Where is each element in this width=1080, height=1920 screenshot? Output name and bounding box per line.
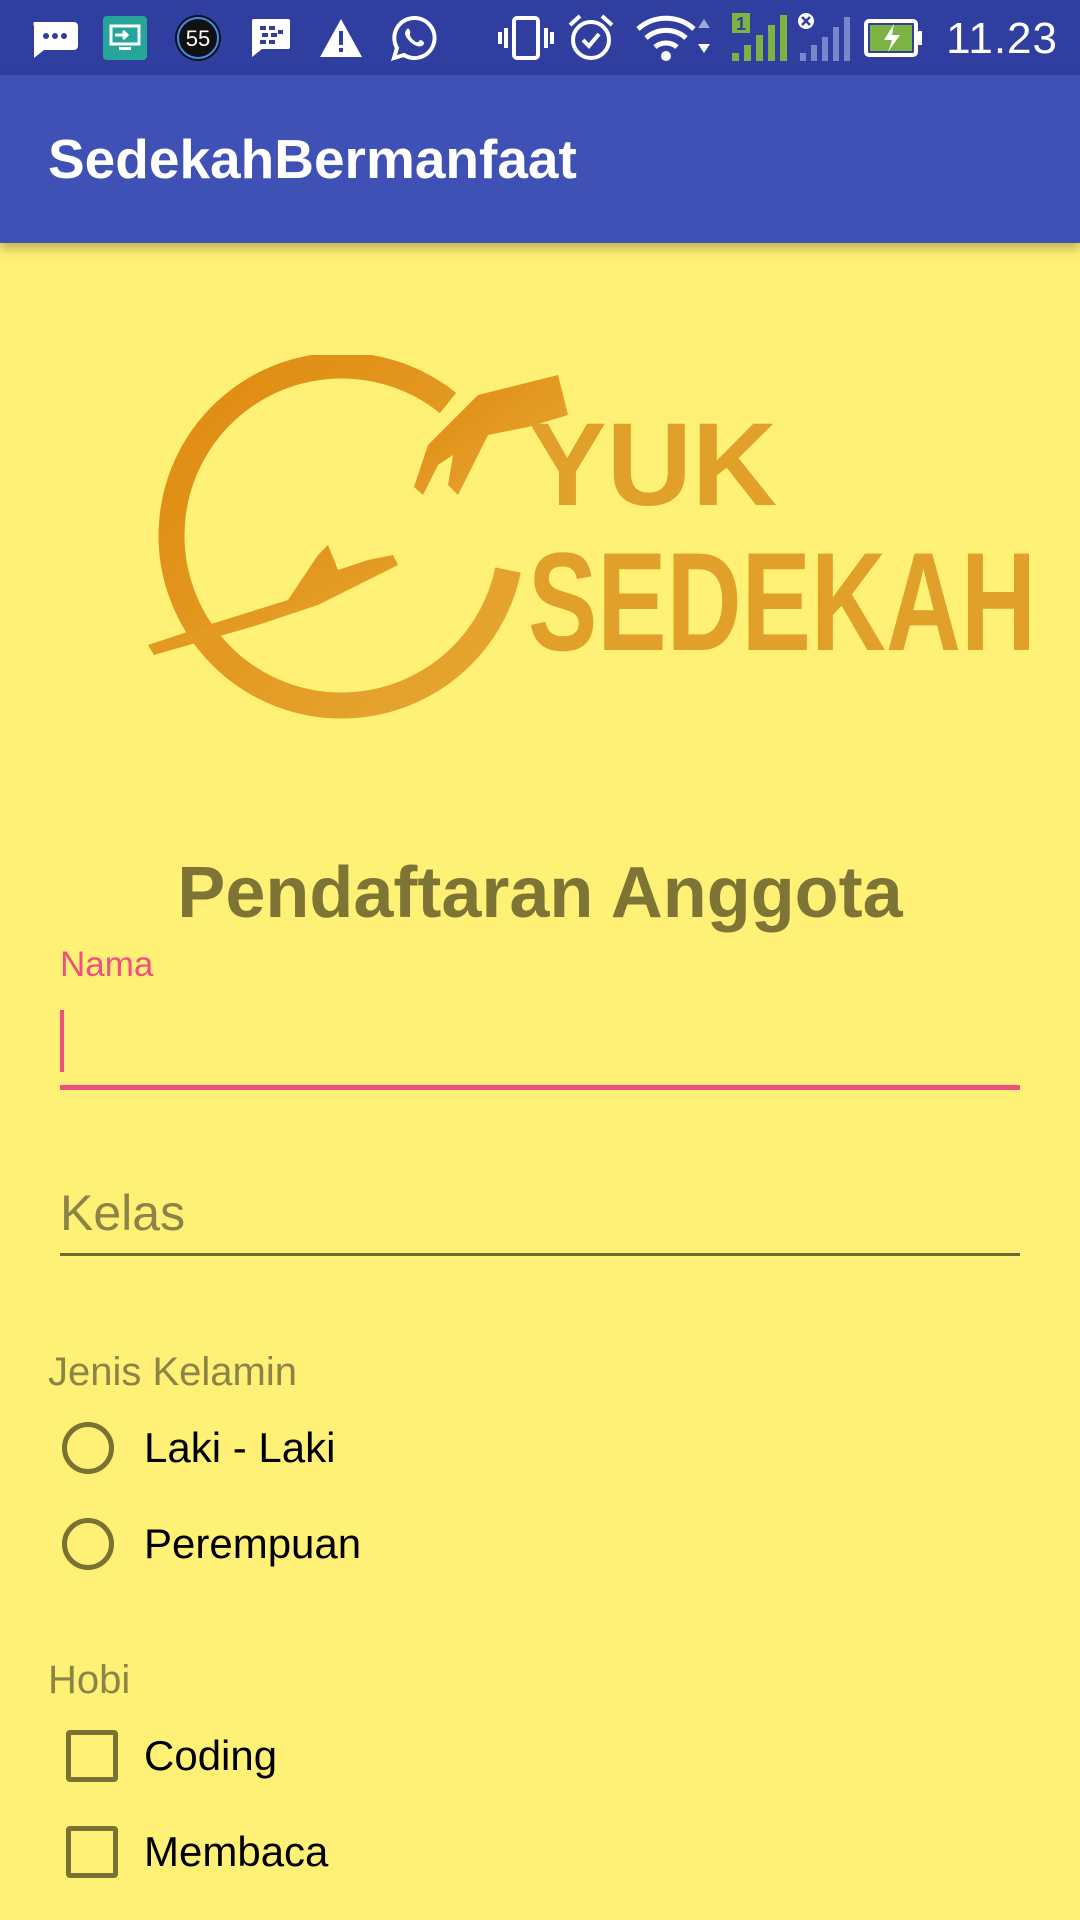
app-title: SedekahBermanfaat [48, 128, 577, 190]
badge-count: 55 [186, 26, 210, 51]
status-bar: 55 1 11.23 [0, 0, 1080, 75]
signal-off-icon [796, 0, 850, 75]
screen-cast-icon [100, 0, 150, 75]
status-time: 11.23 [946, 14, 1058, 63]
radio-label: Perempuan [144, 1520, 362, 1567]
name-input-underline [60, 1085, 1020, 1090]
radio-perempuan[interactable]: Perempuan [62, 1506, 361, 1582]
form-heading: Pendaftaran Anggota [177, 853, 903, 933]
signal-icon: 1 [728, 0, 788, 75]
radio-button[interactable] [62, 1422, 114, 1474]
radio-laki-laki[interactable]: Laki - Laki [62, 1410, 335, 1486]
checkbox-coding[interactable]: Coding [62, 1718, 277, 1794]
vibrate-icon [498, 0, 554, 75]
checkbox-label: Coding [144, 1732, 278, 1779]
name-input[interactable] [60, 1000, 1020, 1086]
alarm-icon [564, 0, 618, 75]
kelas-input-placeholder: Kelas [60, 1185, 186, 1241]
radio-button[interactable] [62, 1518, 114, 1570]
gender-label: Jenis Kelamin [48, 1350, 298, 1394]
battery-charging-icon [864, 0, 924, 75]
badge-icon: 55 [172, 0, 224, 75]
checkbox[interactable] [66, 1826, 118, 1878]
wifi-icon [634, 0, 714, 75]
radio-label: Laki - Laki [144, 1424, 336, 1471]
bbm-icon [246, 0, 294, 75]
kelas-input-underline [60, 1253, 1020, 1256]
checkbox[interactable] [66, 1730, 118, 1782]
chat-bubble-icon [28, 0, 80, 75]
checkbox-membaca[interactable]: Membaca [62, 1814, 328, 1890]
text-cursor [60, 1010, 64, 1072]
whatsapp-icon [388, 0, 440, 75]
sim-slot-label: 1 [736, 14, 746, 34]
name-field-label: Nama [60, 945, 154, 984]
logo-text-sedekah: SEDEKAH [528, 523, 1036, 680]
kelas-input[interactable]: Kelas [60, 1180, 1020, 1250]
yuk-sedekah-logo: YUK SEDEKAH [148, 352, 1048, 725]
checkbox-label: Membaca [144, 1828, 329, 1875]
hobby-label: Hobi [48, 1658, 131, 1702]
logo-text-yuk: YUK [528, 399, 777, 531]
warning-icon [316, 0, 366, 75]
app-bar: SedekahBermanfaat [0, 75, 1080, 243]
